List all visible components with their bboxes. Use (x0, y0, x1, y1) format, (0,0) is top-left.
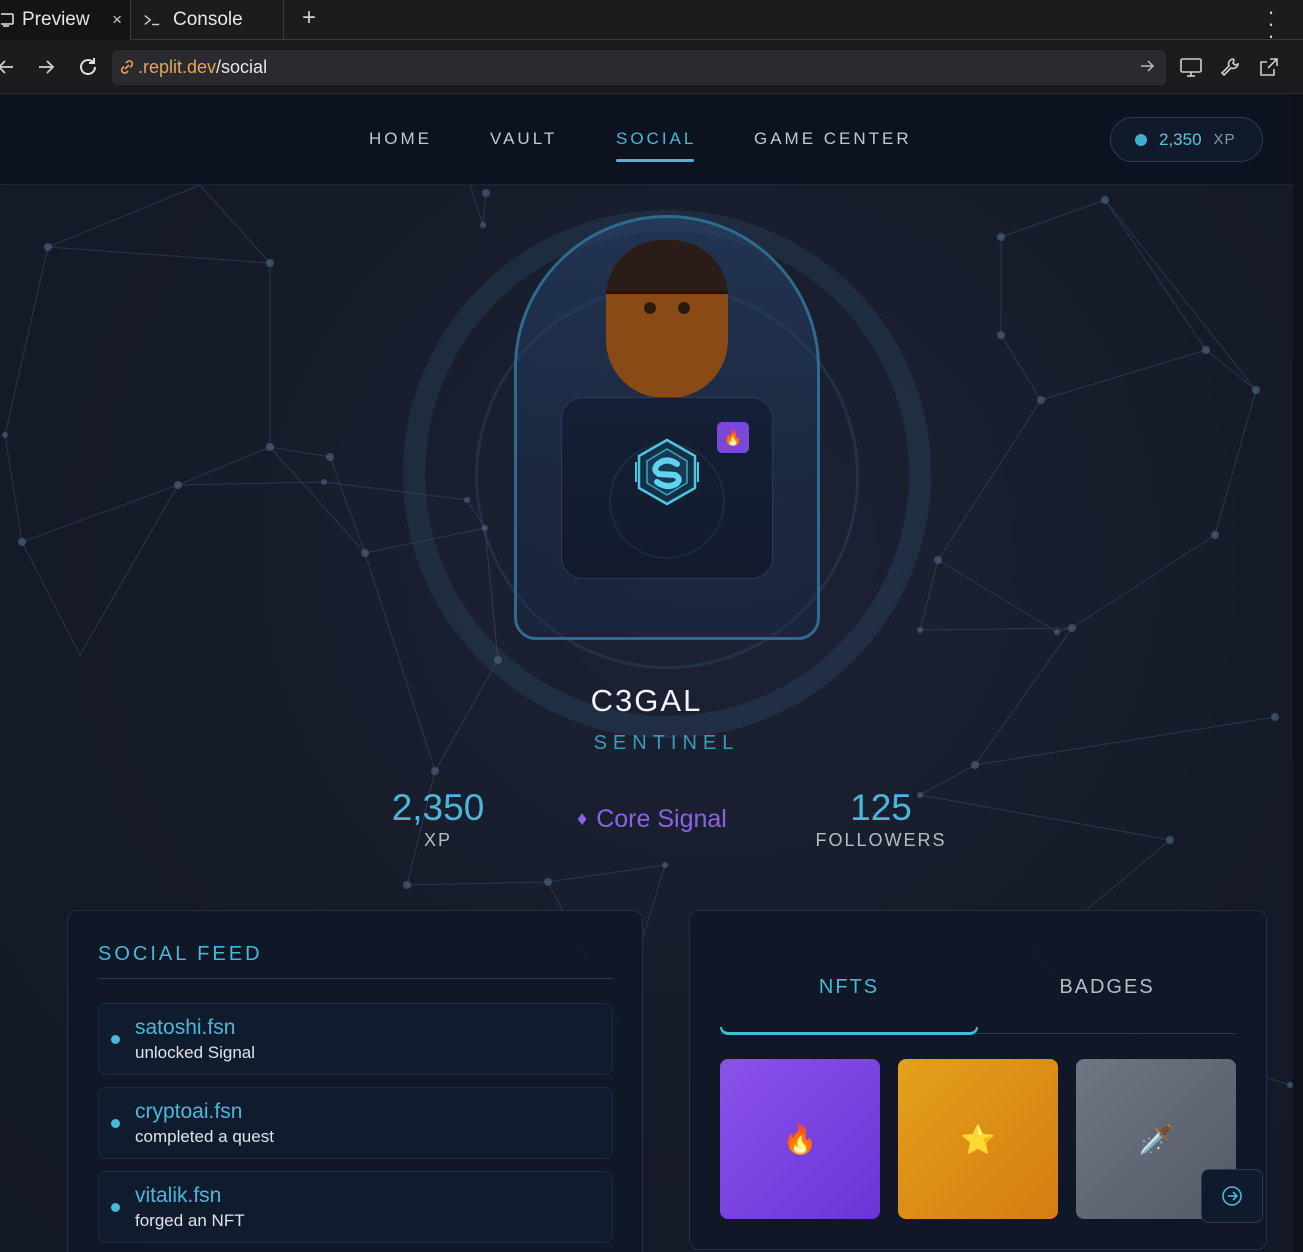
diamond-icon: ♦ (577, 808, 588, 830)
go-arrow-icon[interactable] (1138, 57, 1156, 80)
feed-dot-icon (111, 1203, 120, 1212)
feed-action: forged an NFT (135, 1211, 245, 1230)
feed-action: completed a quest (135, 1127, 274, 1146)
tab-console[interactable]: Console (130, 0, 284, 40)
avatar-head (606, 240, 728, 398)
profile-followers-value: 125 (850, 787, 912, 828)
nav-home[interactable]: HOME (369, 129, 432, 149)
nav-game-center[interactable]: GAME CENTER (754, 129, 912, 149)
scrollbar[interactable] (1293, 95, 1303, 1252)
nav-vault[interactable]: VAULT (490, 129, 557, 149)
feed-action: unlocked Signal (135, 1043, 256, 1062)
tab-active-indicator (720, 1027, 978, 1035)
address-bar-row: .replit.dev/social (0, 40, 1303, 94)
back-icon[interactable] (0, 55, 18, 79)
xp-dot-icon (1135, 133, 1147, 146)
link-icon (118, 58, 136, 81)
collection-panel: NFTS BADGES 🔥 ⭐ 🗡️ (689, 910, 1267, 1250)
tab-nfts[interactable]: NFTS (720, 976, 978, 999)
terminal-icon (143, 11, 161, 29)
feed-user[interactable]: cryptoai.fsn (135, 1100, 242, 1124)
feed-dot-icon (111, 1035, 120, 1044)
feed-item[interactable]: vitalik.fsn forged an NFT (98, 1171, 613, 1243)
url-path: /social (216, 57, 268, 77)
divider (98, 978, 613, 979)
url-field[interactable]: .replit.dev/social (112, 50, 1166, 85)
new-tab-button[interactable]: + (298, 4, 320, 32)
avatar-hairline (606, 291, 728, 294)
profile-username: C3GAL (590, 683, 703, 718)
profile-tier: ♦ Core Signal (577, 805, 727, 834)
core-hex-logo-icon (635, 438, 699, 506)
open-external-icon[interactable] (1256, 54, 1282, 80)
social-feed-title: SOCIAL FEED (98, 943, 263, 965)
profile-followers-label: FOLLOWERS (815, 830, 947, 850)
xp-balance-pill[interactable]: 2,350 XP (1110, 117, 1263, 162)
tab-badges[interactable]: BADGES (978, 976, 1236, 999)
profile-rank: SENTINEL (593, 732, 740, 754)
profile-tier-label: Core Signal (596, 805, 727, 833)
feed-dot-icon (111, 1119, 120, 1128)
close-icon[interactable]: × (112, 10, 122, 30)
fire-badge-icon: 🔥 (717, 422, 749, 453)
more-menu-icon[interactable]: · · · (1267, 1, 1275, 47)
dagger-icon: 🗡️ (1138, 1123, 1174, 1155)
tab-preview-label: Preview (22, 9, 90, 30)
nav-active-indicator (616, 159, 694, 162)
forward-icon[interactable] (34, 55, 58, 79)
profile-xp-label: XP (423, 830, 452, 850)
logout-button[interactable] (1201, 1169, 1263, 1223)
nav-social[interactable]: SOCIAL (616, 129, 696, 149)
social-feed-panel: SOCIAL FEED satoshi.fsn unlocked Signal … (67, 910, 643, 1252)
monitor-icon (0, 11, 18, 29)
wrench-icon[interactable] (1217, 54, 1243, 80)
avatar-right-eye (678, 302, 690, 314)
reload-icon[interactable] (76, 55, 100, 79)
nft-card-star[interactable]: ⭐ (898, 1059, 1058, 1219)
feed-item[interactable]: satoshi.fsn unlocked Signal (98, 1003, 613, 1075)
star-icon: ⭐ (960, 1123, 996, 1155)
tab-console-label: Console (173, 9, 243, 30)
profile-xp-value: 2,350 (391, 787, 485, 828)
devices-icon[interactable] (1178, 54, 1204, 80)
feed-user[interactable]: satoshi.fsn (135, 1016, 235, 1040)
avatar-left-eye (644, 302, 656, 314)
top-navigation: HOME VAULT SOCIAL GAME CENTER 2,350 XP (0, 95, 1293, 185)
app-viewport: HOME VAULT SOCIAL GAME CENTER 2,350 XP 🔥… (0, 95, 1293, 1252)
feed-item[interactable]: cryptoai.fsn completed a quest (98, 1087, 613, 1159)
browser-tab-bar: Preview × Console + · · · (0, 0, 1303, 47)
xp-balance-value: 2,350 (1159, 129, 1202, 149)
fire-icon: 🔥 (782, 1123, 818, 1155)
nft-card-fire[interactable]: 🔥 (720, 1059, 880, 1219)
exit-icon (1222, 1186, 1242, 1206)
feed-user[interactable]: vitalik.fsn (135, 1184, 221, 1208)
tab-preview[interactable]: Preview × (0, 0, 130, 40)
url-host: .replit.dev (138, 57, 217, 77)
xp-balance-unit: XP (1213, 131, 1236, 148)
